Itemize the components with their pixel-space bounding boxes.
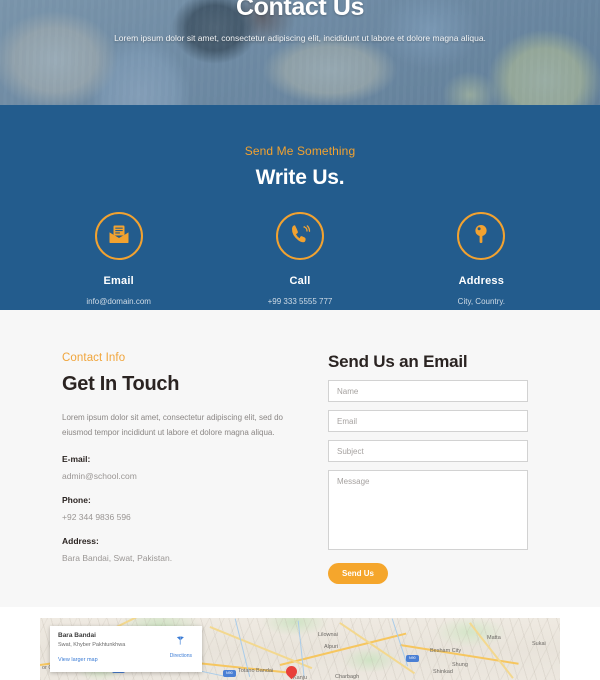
feature-address[interactable]: Address City, Country. <box>391 212 572 306</box>
message-textarea[interactable] <box>328 470 528 550</box>
info-block-email: E-mail: admin@school.com <box>62 454 290 481</box>
info-block-address: Address: Bara Bandai, Swat, Pakistan. <box>62 536 290 563</box>
location-map[interactable]: N90 N90 N90 or Camp Totano Bandai Kanju … <box>40 618 560 680</box>
map-place-label: Alpuri <box>324 644 339 650</box>
feature-call[interactable]: Call +99 333 5555 777 <box>209 212 390 306</box>
info-address-label: Address: <box>62 536 99 546</box>
write-us-eyebrow: Send Me Something <box>244 144 356 158</box>
hero-banner: Contact Us Lorem ipsum dolor sit amet, c… <box>0 0 600 105</box>
feature-address-icon-circle <box>457 212 506 260</box>
phone-ringing-icon <box>288 222 312 251</box>
subject-input[interactable] <box>328 440 528 462</box>
form-title: Send Us an Email <box>328 352 468 371</box>
info-phone-label: Phone: <box>62 495 91 505</box>
feature-call-icon-circle <box>275 212 324 260</box>
info-address-value: Bara Bandai, Swat, Pakistan. <box>62 553 173 563</box>
map-place-label: Lilownai <box>318 632 338 638</box>
name-input[interactable] <box>328 380 528 402</box>
directions-label: Directions <box>169 653 192 659</box>
email-input[interactable] <box>328 410 528 432</box>
contact-info-column: Contact Info Get In Touch Lorem ipsum do… <box>62 352 290 584</box>
page-title: Contact Us <box>236 0 364 21</box>
info-email-value[interactable]: admin@school.com <box>62 471 290 481</box>
map-place-label: Shinkad <box>433 669 453 675</box>
contact-feature-row: Email info@domain.com Call +99 333 5555 … <box>0 212 600 306</box>
view-larger-map-link[interactable]: View larger map <box>58 657 98 663</box>
map-place-label: Besham City <box>430 648 462 654</box>
info-block-phone: Phone: +92 344 9836 596 <box>62 495 290 522</box>
feature-email-label: Email <box>103 275 134 287</box>
map-place-label: Shung <box>452 662 468 668</box>
feature-email[interactable]: Email info@domain.com <box>28 212 209 306</box>
envelope-document-icon <box>107 222 131 251</box>
map-pin-icon <box>469 222 493 251</box>
send-us-button[interactable]: Send Us <box>328 563 388 584</box>
map-place-label: Sukai <box>532 641 546 647</box>
feature-email-icon-circle <box>94 212 143 260</box>
contact-info-title: Get In Touch <box>62 373 180 395</box>
map-place-label: Kanju <box>293 675 308 680</box>
map-route-shield: N90 <box>223 670 236 677</box>
map-info-card: Bara Bandai Swat, Khyber Pakhtunkhwa Vie… <box>50 626 202 672</box>
contact-main-section: Contact Info Get In Touch Lorem ipsum do… <box>0 310 600 607</box>
directions-button[interactable]: Directions <box>170 633 192 659</box>
write-us-title: Write Us. <box>255 166 345 189</box>
feature-call-label: Call <box>289 275 311 287</box>
contact-info-lead: Lorem ipsum dolor sit amet, consectetur … <box>62 413 283 437</box>
map-route-shield: N90 <box>406 655 419 662</box>
info-phone-value[interactable]: +92 344 9836 596 <box>62 512 290 522</box>
feature-email-value: info@domain.com <box>86 297 151 306</box>
feature-address-value: City, Country. <box>457 297 505 306</box>
map-place-label: Matta <box>487 635 501 641</box>
map-place-label: Totano Bandai <box>238 668 274 674</box>
write-us-section: Send Me Something Write Us. Email info@d… <box>0 105 600 310</box>
directions-arrow-icon <box>175 633 186 650</box>
feature-call-value: +99 333 5555 777 <box>267 297 333 306</box>
feature-address-label: Address <box>458 275 505 287</box>
map-place-label: Charbagh <box>335 674 360 680</box>
hero-subtitle: Lorem ipsum dolor sit amet, consectetur … <box>114 33 486 43</box>
contact-info-eyebrow: Contact Info <box>62 352 126 364</box>
email-form-column: Send Us an Email Send Us <box>328 352 540 584</box>
info-email-label: E-mail: <box>62 454 91 464</box>
